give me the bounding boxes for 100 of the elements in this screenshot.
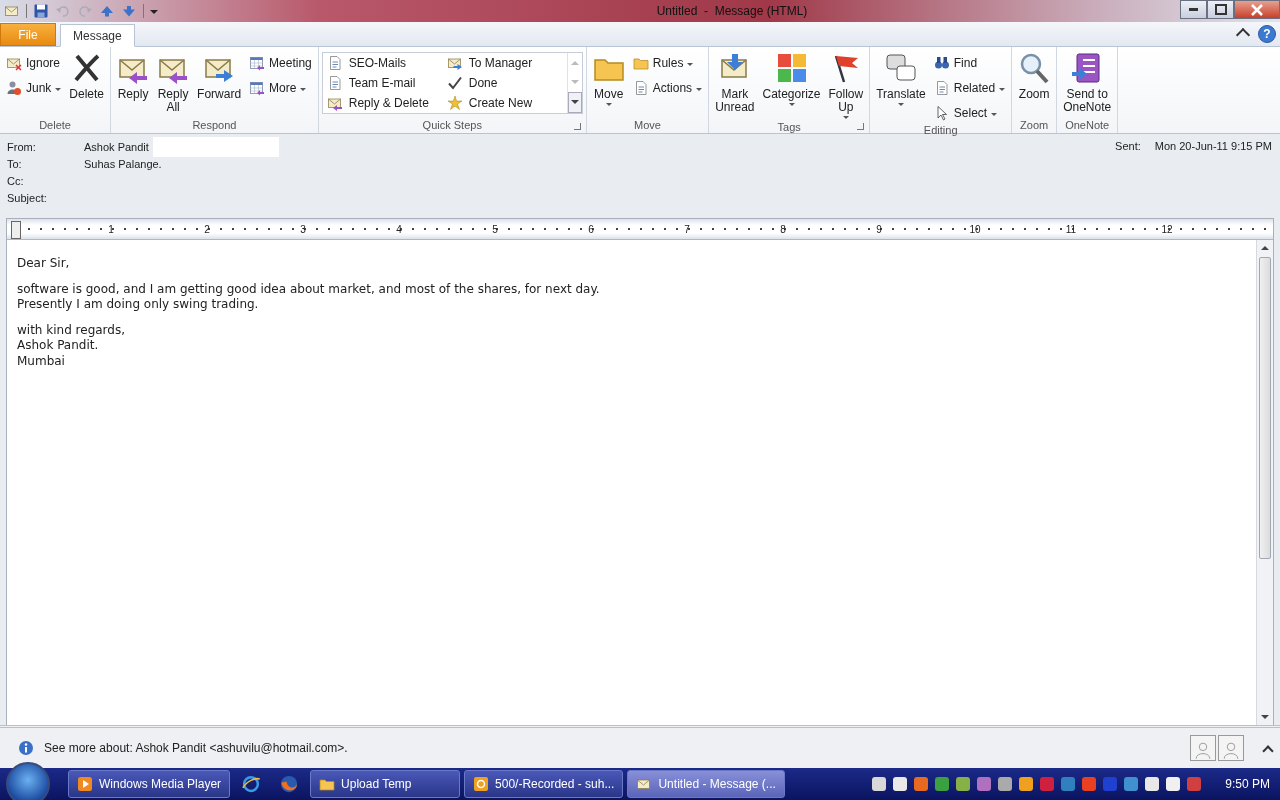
taskbar-button[interactable]: 500/-Recorded - suh... [464, 770, 624, 798]
ribbon-button[interactable]: Follow Up [825, 50, 867, 121]
quick-step-item[interactable]: Done [444, 73, 565, 93]
ruler-number: 11 [1064, 223, 1078, 235]
body-text: Dear Sir, [17, 256, 71, 272]
folder-icon [632, 55, 649, 71]
body-text: software is good, and I am getting good idea about market, and most of the shares, for next day. [17, 281, 601, 297]
tray-icon[interactable] [1166, 777, 1181, 791]
ribbon-button[interactable]: Translate [873, 50, 929, 108]
group-label: Editing [923, 124, 958, 136]
ruler-number: 1 [107, 223, 115, 235]
caret-icon [696, 87, 703, 91]
quick-step-item[interactable]: SEO-Mails [324, 53, 445, 73]
close-button[interactable] [1234, 0, 1280, 19]
dialog-launcher-icon[interactable] [857, 123, 865, 130]
start-button[interactable] [6, 762, 50, 800]
ribbon-button[interactable]: Meeting [246, 52, 315, 74]
person-icon [1193, 740, 1213, 760]
scroll-thumb[interactable] [1259, 257, 1271, 559]
ribbon-button[interactable]: Ignore [3, 52, 65, 74]
ribbon-button[interactable]: Zoom [1015, 50, 1054, 103]
help-button[interactable]: ? [1258, 25, 1276, 43]
body-text: Mumbai [17, 353, 66, 369]
taskbar-button[interactable]: Upload Temp [310, 770, 461, 798]
more-button[interactable] [567, 91, 582, 113]
ribbon-button[interactable]: Reply [114, 50, 153, 103]
ribbon-button[interactable]: Select [930, 102, 1009, 124]
caret-icon [300, 87, 307, 91]
ribbon-button[interactable]: Delete [66, 50, 108, 103]
ribbon-button[interactable]: More [246, 77, 315, 99]
caret-icon [788, 103, 795, 106]
field-label: Cc: [7, 175, 25, 187]
taskbar-button[interactable]: Untitled - Message (... [627, 770, 785, 798]
save-icon [33, 3, 49, 19]
ruler-number: 2 [203, 223, 211, 235]
sparkle-icon [446, 95, 463, 111]
scrollbar[interactable] [1256, 240, 1273, 725]
quick-step-item[interactable]: Team E-mail [324, 73, 445, 93]
ribbon-button[interactable]: Categorize [759, 50, 824, 108]
square-logo-icon [473, 776, 490, 792]
field-label: Sent: [1115, 140, 1141, 154]
caret-icon [999, 87, 1006, 91]
ruler-number: 10 [968, 223, 982, 235]
restore-button[interactable] [1207, 0, 1234, 19]
magnifier-icon [1018, 52, 1051, 84]
person-icon [6, 80, 22, 96]
ruler-number: 6 [587, 223, 595, 235]
speech-bubbles-icon [885, 52, 917, 84]
play-icon [77, 776, 93, 792]
quick-step-item[interactable]: To Manager [444, 53, 565, 73]
contact-avatar[interactable] [1190, 735, 1216, 761]
tray-icon[interactable] [998, 777, 1013, 791]
ribbon-button[interactable]: Rules [629, 52, 706, 74]
caret-icon [842, 116, 849, 119]
minimize-button[interactable] [1180, 0, 1207, 19]
ribbon-button[interactable]: Related [930, 77, 1009, 99]
ribbon-button[interactable]: Find [930, 52, 1009, 74]
binoculars-icon [933, 55, 950, 71]
quick-step-item[interactable]: Reply & Delete [324, 93, 445, 113]
tray-icon[interactable] [1019, 777, 1034, 791]
contact-avatar[interactable] [1218, 735, 1244, 761]
caret-icon [898, 103, 904, 106]
ribbon-button[interactable]: Reply All [154, 50, 193, 116]
customize-caret-icon[interactable] [150, 10, 158, 14]
undo-icon [55, 3, 71, 19]
sent-date: Mon 20-Jun-11 9:15 PM [1154, 140, 1272, 154]
tray-icon[interactable] [893, 777, 908, 791]
calendar-icon [249, 80, 266, 96]
window-title: Untitled - Message (HTML) [655, 4, 809, 18]
group-label: Zoom [1020, 119, 1049, 131]
clock: 9:50 PM [1225, 777, 1270, 791]
ruler-number: 9 [875, 223, 883, 235]
taskbar-button[interactable]: Windows Media Player [68, 770, 231, 798]
ribbon-button[interactable]: Send to OneNote [1060, 50, 1115, 116]
indent-marker-icon[interactable] [11, 221, 21, 239]
ruler-number: 12 [1160, 223, 1174, 235]
group-label: Tags [777, 121, 801, 133]
ribbon-button[interactable]: Mark Unread [712, 50, 758, 116]
globe-icon [241, 774, 262, 794]
tray-icon[interactable] [1145, 777, 1160, 791]
ruler-number: 5 [491, 223, 499, 235]
caret-icon [55, 87, 62, 91]
envelope-cross-icon [6, 55, 22, 71]
ribbon-button[interactable]: Junk [3, 77, 65, 99]
tray-icon[interactable] [956, 777, 971, 791]
dialog-launcher-icon[interactable] [573, 123, 581, 130]
color-squares-icon [775, 52, 808, 84]
tray-icon[interactable] [872, 777, 887, 791]
calendar-icon [249, 55, 266, 71]
ribbon-button[interactable]: Actions [629, 77, 706, 99]
ruler-number: 7 [683, 223, 691, 235]
field-label: From: [7, 141, 37, 153]
field-label: Subject: [7, 192, 48, 204]
ribbon-button[interactable]: Move [589, 50, 628, 108]
info-icon [18, 740, 34, 756]
ribbon-button[interactable]: Forward [194, 50, 245, 103]
quick-step-item[interactable]: Create New [444, 93, 565, 113]
folder-icon [319, 776, 336, 792]
person-icon [1221, 740, 1241, 760]
ribbon-tab[interactable]: Message [60, 24, 135, 47]
